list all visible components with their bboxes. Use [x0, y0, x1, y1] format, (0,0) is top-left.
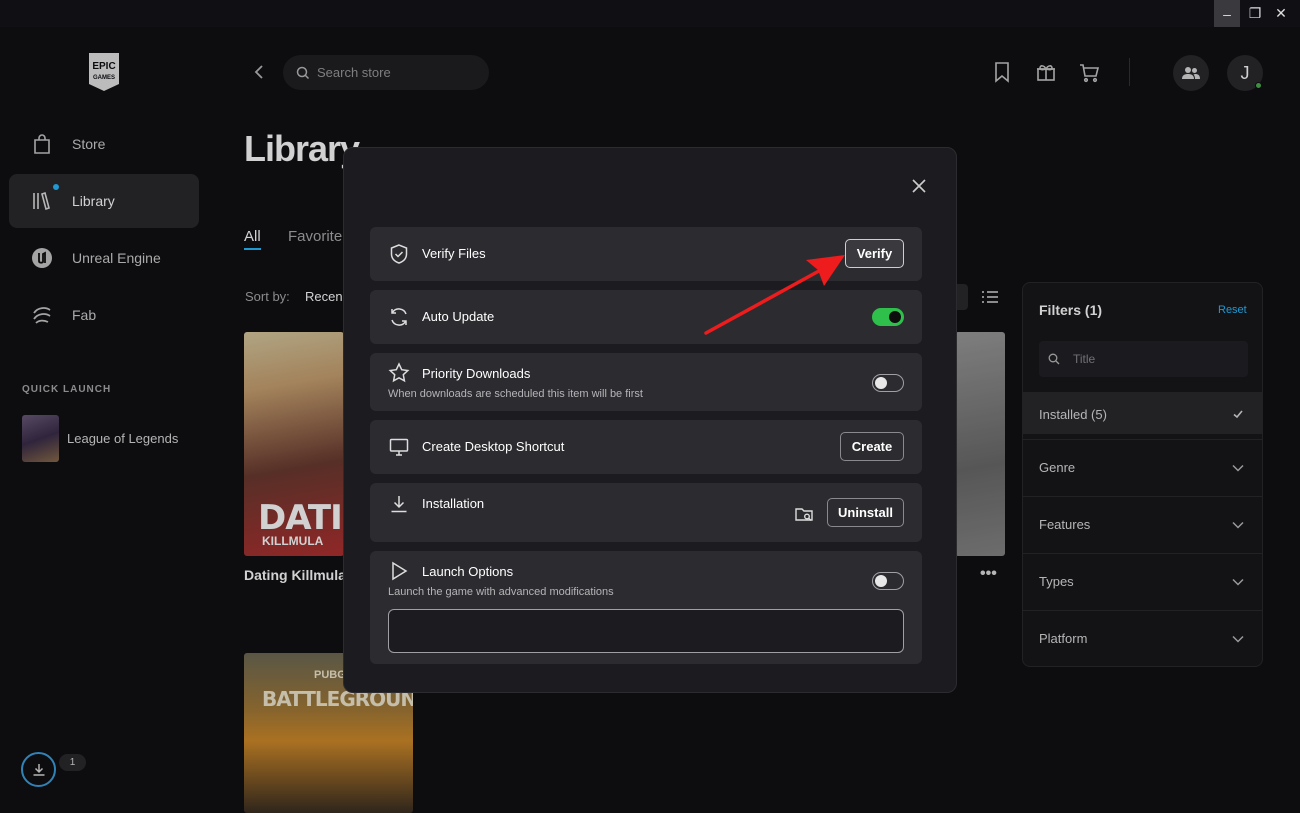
priority-downloads-toggle[interactable]	[872, 374, 904, 392]
maximize-button[interactable]: ❐	[1242, 0, 1268, 27]
option-title: Priority Downloads	[422, 366, 531, 381]
option-verify-files: Verify Files Verify	[370, 227, 922, 281]
option-description: Launch the game with advanced modificati…	[388, 586, 614, 598]
option-title: Auto Update	[422, 309, 495, 324]
manage-game-dialog: Verify Files Verify Auto Update Priority…	[343, 147, 957, 693]
option-priority-downloads: Priority Downloads When downloads are sc…	[370, 353, 922, 411]
option-launch-options: Launch Options Launch the game with adva…	[370, 551, 922, 664]
launch-options-toggle[interactable]	[872, 572, 904, 590]
star-icon	[388, 362, 410, 383]
monitor-icon	[389, 438, 409, 456]
refresh-icon	[391, 308, 407, 326]
auto-update-toggle[interactable]	[872, 308, 904, 326]
uninstall-button[interactable]: Uninstall	[827, 498, 904, 527]
minimize-button[interactable]: –	[1214, 0, 1240, 27]
launch-arguments-input[interactable]	[388, 609, 904, 653]
option-description: When downloads are scheduled this item w…	[388, 388, 643, 400]
shield-check-icon	[390, 244, 408, 264]
window-titlebar: – ❐ ✕	[0, 0, 1300, 27]
close-window-button[interactable]: ✕	[1268, 0, 1294, 27]
close-icon[interactable]	[910, 177, 928, 195]
download-icon	[391, 496, 407, 513]
option-title: Verify Files	[422, 246, 486, 261]
verify-button[interactable]: Verify	[845, 239, 904, 268]
option-title: Create Desktop Shortcut	[422, 439, 565, 454]
toggle-knob	[875, 575, 887, 587]
option-auto-update: Auto Update	[370, 290, 922, 344]
option-title: Launch Options	[422, 564, 514, 579]
toggle-knob	[875, 377, 887, 389]
toggle-knob	[889, 311, 901, 323]
play-icon	[392, 561, 408, 581]
option-desktop-shortcut: Create Desktop Shortcut Create	[370, 420, 922, 474]
create-shortcut-button[interactable]: Create	[840, 432, 904, 461]
folder-search-icon[interactable]	[794, 504, 814, 524]
option-title: Installation	[422, 496, 485, 511]
option-installation: Installation Uninstall	[370, 483, 922, 542]
